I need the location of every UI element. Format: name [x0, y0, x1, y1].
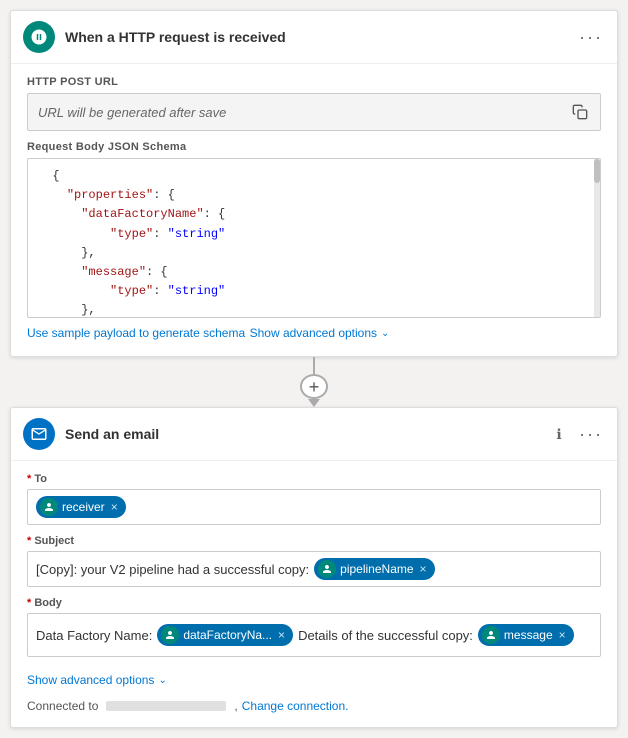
card2-body: To receiver × Subject: [11, 461, 617, 727]
subject-tag: pipelineName ×: [314, 558, 434, 580]
card1-header: When a HTTP request is received ···: [11, 11, 617, 64]
connector: +: [300, 357, 328, 407]
to-tag-label: receiver: [62, 500, 105, 514]
body-tag2-close[interactable]: ×: [559, 629, 566, 641]
body-tag1-close[interactable]: ×: [278, 629, 285, 641]
to-input[interactable]: receiver ×: [27, 489, 601, 525]
add-step-button[interactable]: +: [300, 374, 328, 399]
card1-title: When a HTTP request is received: [65, 29, 577, 45]
body-tag2-icon: [482, 626, 500, 644]
outlook-icon: [23, 418, 55, 450]
to-tag-icon: [40, 498, 58, 516]
advanced-toggle-label: Show advanced options: [250, 326, 377, 340]
body-label: Body: [27, 597, 601, 609]
body-input[interactable]: Data Factory Name: dataFactoryNa... × De…: [27, 613, 601, 657]
json-line-6: "message": {: [38, 263, 590, 282]
scrollbar-thumb: [594, 159, 600, 183]
json-line-8: },: [38, 301, 590, 318]
json-line-1: {: [38, 167, 590, 186]
http-post-url-label: HTTP POST URL: [27, 76, 601, 88]
chevron-down-icon: ⌄: [381, 328, 389, 339]
subject-tag-icon: [318, 560, 336, 578]
copy-button[interactable]: [570, 102, 590, 122]
json-line-3: "dataFactoryName": {: [38, 205, 590, 224]
to-tag-person-icon: [44, 502, 54, 512]
subject-input[interactable]: [Copy]: your V2 pipeline had a successfu…: [27, 551, 601, 587]
body-tag1-label: dataFactoryNa...: [183, 628, 272, 642]
body-tag1-icon: [161, 626, 179, 644]
http-icon: [23, 21, 55, 53]
connector-line-top: [313, 357, 315, 374]
send-email-card: Send an email ℹ ··· To receiver ×: [10, 407, 618, 728]
json-editor[interactable]: { "properties": { "dataFactoryName": { "…: [27, 158, 601, 318]
body-field: Body Data Factory Name: dataFactoryNa...…: [27, 597, 601, 657]
connected-to-label: Connected to: [27, 699, 98, 713]
card2-chevron-down-icon: ⌄: [158, 675, 166, 686]
card2-title: Send an email: [65, 426, 545, 442]
json-line-5: },: [38, 244, 590, 263]
json-schema-label: Request Body JSON Schema: [27, 141, 601, 153]
http-request-card: When a HTTP request is received ··· HTTP…: [10, 10, 618, 357]
json-line-7: "type": "string": [38, 282, 590, 301]
card2-menu-button[interactable]: ···: [577, 420, 605, 448]
body-tag1: dataFactoryNa... ×: [157, 624, 293, 646]
body-separator: Details of the successful copy:: [298, 628, 473, 643]
to-tag-close[interactable]: ×: [111, 501, 118, 513]
json-line-4: "type": "string": [38, 225, 590, 244]
copy-icon: [572, 104, 588, 120]
connector-arrow: [308, 399, 320, 407]
card1-body: HTTP POST URL URL will be generated afte…: [11, 64, 617, 356]
subject-tag-close[interactable]: ×: [420, 563, 427, 575]
change-connection-link[interactable]: Change connection.: [242, 699, 349, 713]
card2-advanced-toggle-label: Show advanced options: [27, 673, 154, 687]
info-button[interactable]: ℹ: [545, 420, 573, 448]
body-tag1-person-icon: [165, 630, 175, 640]
flow-container: When a HTTP request is received ··· HTTP…: [10, 10, 618, 728]
subject-label: Subject: [27, 535, 601, 547]
outlook-icon-svg: [30, 425, 48, 443]
connection-name-placeholder: [106, 701, 226, 711]
subject-field: Subject [Copy]: your V2 pipeline had a s…: [27, 535, 601, 587]
body-tag2-person-icon: [486, 630, 496, 640]
to-label: To: [27, 473, 601, 485]
body-tag2-label: message: [504, 628, 553, 642]
connected-separator: ,: [234, 699, 237, 713]
sample-payload-link[interactable]: Use sample payload to generate schema: [27, 326, 245, 340]
to-tag: receiver ×: [36, 496, 126, 518]
http-icon-svg: [30, 28, 48, 46]
url-text: URL will be generated after save: [38, 105, 570, 120]
body-tag2: message ×: [478, 624, 574, 646]
subject-tag-person-icon: [322, 564, 332, 574]
body-prefix1: Data Factory Name:: [36, 628, 152, 643]
card2-advanced-toggle[interactable]: Show advanced options ⌄: [27, 673, 167, 687]
json-line-2: "properties": {: [38, 186, 590, 205]
card1-advanced-toggle[interactable]: Show advanced options ⌄: [250, 326, 390, 340]
url-field: URL will be generated after save: [27, 93, 601, 131]
subject-prefix: [Copy]: your V2 pipeline had a successfu…: [36, 562, 309, 577]
card2-header: Send an email ℹ ···: [11, 408, 617, 461]
subject-tag-label: pipelineName: [340, 562, 413, 576]
to-field: To receiver ×: [27, 473, 601, 525]
json-scrollbar: [594, 159, 600, 317]
connected-section: Connected to , Change connection.: [27, 699, 601, 713]
card1-menu-button[interactable]: ···: [577, 23, 605, 51]
